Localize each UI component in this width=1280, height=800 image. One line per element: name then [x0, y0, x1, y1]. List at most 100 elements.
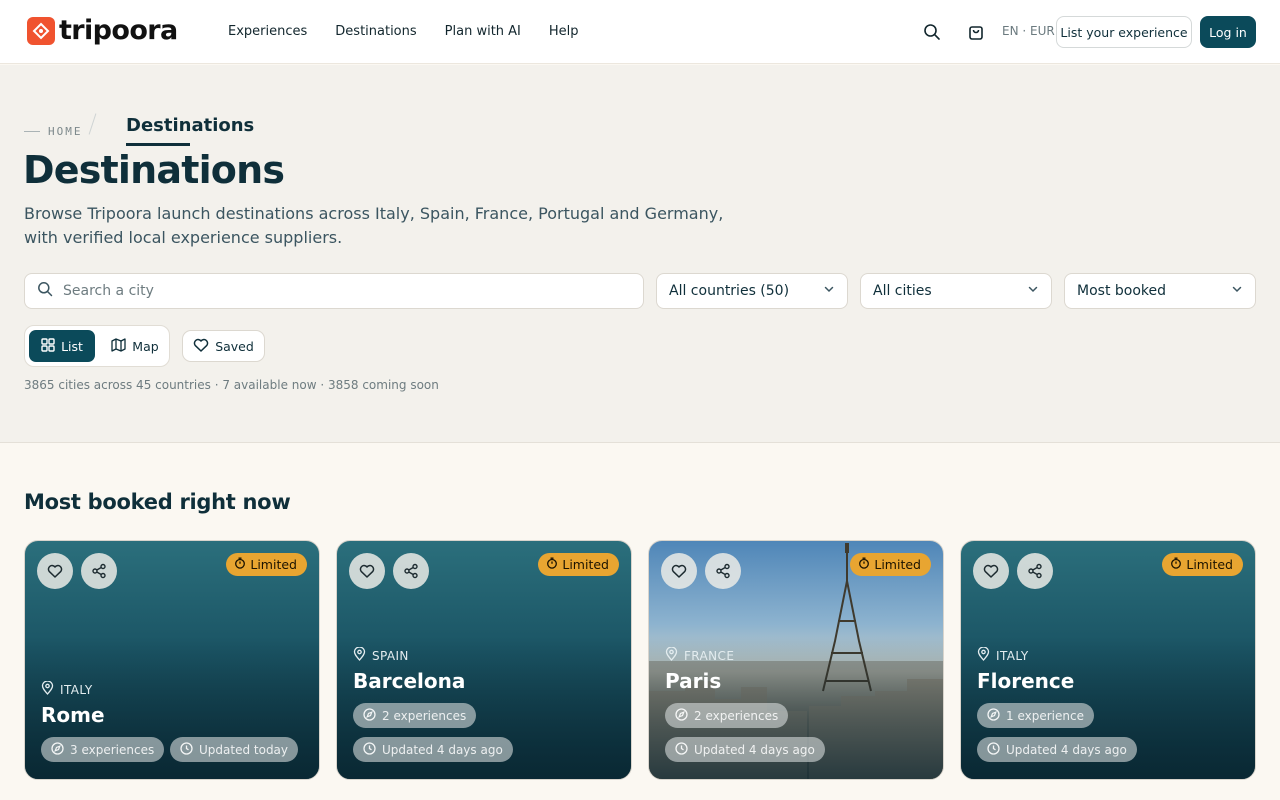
location-pin-icon [353, 646, 366, 664]
chevron-down-icon [1231, 283, 1243, 299]
updated-label: Updated 4 days ago [694, 742, 815, 757]
compass-icon [363, 707, 376, 724]
saved-button[interactable]: Saved [182, 330, 265, 362]
card-country-label: FRANCE [684, 648, 735, 663]
map-view-label: Map [132, 338, 159, 354]
updated-label: Updated 4 days ago [1006, 742, 1127, 757]
destination-card-rome[interactable]: Limited ITALY Rome 3 experiences Updated… [24, 540, 320, 780]
updated-pill: Updated 4 days ago [977, 737, 1137, 762]
updated-pill: Updated 4 days ago [353, 737, 513, 762]
heart-icon[interactable] [37, 553, 73, 589]
badge-label: Limited [250, 557, 297, 572]
updated-pill: Updated 4 days ago [665, 737, 825, 762]
card-country-label: SPAIN [372, 648, 409, 663]
saved-label: Saved [215, 338, 254, 354]
experiences-count: 3 experiences [70, 742, 155, 757]
timer-icon [1170, 557, 1182, 572]
location-pin-icon [41, 680, 54, 698]
country-select-value: All countries (50) [669, 283, 790, 299]
section-title-most-booked: Most booked right now [24, 490, 291, 514]
brand-logo[interactable]: tripoora [27, 17, 178, 45]
updated-pill: Updated today [170, 737, 299, 762]
main-nav: Experiences Destinations Plan with AI He… [228, 24, 579, 39]
map-view-button[interactable]: Map [103, 330, 167, 362]
card-country: SPAIN [353, 646, 409, 664]
limited-badge: Limited [850, 553, 931, 576]
card-city-name: Paris [665, 669, 722, 693]
card-country-label: ITALY [996, 648, 1029, 663]
limited-badge: Limited [1162, 553, 1243, 576]
nav-plan-with-ai[interactable]: Plan with AI [445, 24, 521, 39]
city-select[interactable]: All cities [860, 273, 1052, 309]
limited-badge: Limited [226, 553, 307, 576]
card-country-label: ITALY [60, 682, 93, 697]
updated-label: Updated today [199, 742, 289, 757]
map-icon [111, 337, 126, 355]
card-country: ITALY [977, 646, 1029, 664]
login-button[interactable]: Log in [1200, 16, 1256, 48]
updated-label: Updated 4 days ago [382, 742, 503, 757]
brand-logo-mark [27, 17, 55, 45]
destination-card-florence[interactable]: Limited ITALY Florence 1 experience Upda… [960, 540, 1256, 780]
search-icon [37, 281, 53, 301]
cart-icon[interactable] [966, 22, 986, 42]
country-select[interactable]: All countries (50) [656, 273, 848, 309]
card-city-name: Rome [41, 703, 105, 727]
nav-experiences[interactable]: Experiences [228, 24, 307, 39]
heart-icon [193, 338, 209, 355]
breadcrumb-line [24, 131, 40, 132]
timer-icon [234, 557, 246, 572]
card-city-name: Florence [977, 669, 1075, 693]
clock-icon [987, 741, 1000, 758]
experiences-count-pill: 1 experience [977, 703, 1094, 728]
destination-card-barcelona[interactable]: Limited SPAIN Barcelona 2 experiences Up… [336, 540, 632, 780]
nav-help[interactable]: Help [549, 24, 579, 39]
clock-icon [363, 741, 376, 758]
grid-icon [41, 337, 55, 355]
chevron-down-icon [823, 283, 835, 299]
sort-select-value: Most booked [1077, 283, 1167, 299]
badge-label: Limited [874, 557, 921, 572]
card-country: ITALY [41, 680, 93, 698]
page-description: Browse Tripoora launch destinations acro… [24, 204, 724, 247]
location-pin-icon [977, 646, 990, 664]
timer-icon [858, 557, 870, 572]
search-icon[interactable] [922, 22, 942, 42]
experiences-count-pill: 2 experiences [353, 703, 477, 728]
experiences-count: 2 experiences [382, 708, 467, 723]
city-select-value: All cities [873, 283, 932, 299]
limited-badge: Limited [538, 553, 619, 576]
share-icon[interactable] [81, 553, 117, 589]
page-title: Destinations [23, 148, 285, 192]
compass-icon [675, 707, 688, 724]
destination-card-paris[interactable]: Limited FRANCE Paris 2 experiences Updat… [648, 540, 944, 780]
breadcrumb-home[interactable]: HOME [48, 125, 83, 138]
list-view-label: List [61, 338, 83, 354]
sort-select[interactable]: Most booked [1064, 273, 1256, 309]
nav-destinations[interactable]: Destinations [335, 24, 416, 39]
card-city-name: Barcelona [353, 669, 466, 693]
top-navigation-bar: tripoora Experiences Destinations Plan w… [0, 0, 1280, 64]
share-icon[interactable] [393, 553, 429, 589]
experiences-count-pill: 3 experiences [41, 737, 165, 762]
list-your-experience-button[interactable]: List your experience [1056, 16, 1192, 48]
list-view-button[interactable]: List [29, 330, 95, 362]
heart-icon[interactable] [973, 553, 1009, 589]
badge-label: Limited [562, 557, 609, 572]
compass-icon [51, 741, 64, 758]
heart-icon[interactable] [349, 553, 385, 589]
share-icon[interactable] [1017, 553, 1053, 589]
share-icon[interactable] [705, 553, 741, 589]
breadcrumb-active-underline [126, 143, 190, 146]
badge-label: Limited [1186, 557, 1233, 572]
city-search-input[interactable] [63, 283, 623, 299]
city-search-box[interactable] [24, 273, 644, 309]
locale-currency-switcher[interactable]: EN · EUR [1002, 24, 1055, 38]
clock-icon [180, 741, 193, 758]
view-toggle: List Map [24, 325, 170, 367]
experiences-count-pill: 2 experiences [665, 703, 789, 728]
heart-icon[interactable] [661, 553, 697, 589]
brand-name: tripoora [59, 15, 178, 46]
timer-icon [546, 557, 558, 572]
chevron-down-icon [1027, 283, 1039, 299]
